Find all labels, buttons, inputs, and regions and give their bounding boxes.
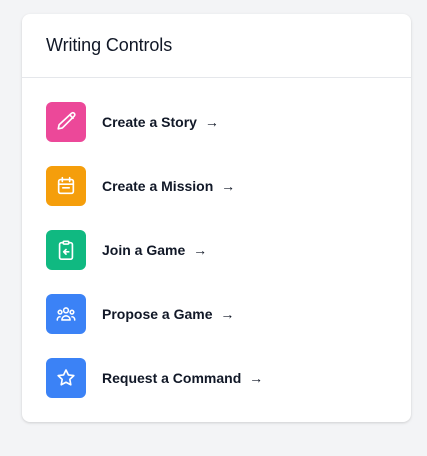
writing-controls-card: Writing Controls Create a Story → Create… (22, 14, 411, 422)
request-command-icon-box (46, 358, 86, 398)
create-story-icon-box (46, 102, 86, 142)
card-title: Writing Controls (46, 35, 173, 55)
card-header: Writing Controls (22, 14, 411, 78)
propose-game-label: Propose a Game → (102, 306, 235, 322)
request-command-link[interactable]: Request a Command → (46, 358, 286, 398)
create-story-label: Create a Story → (102, 114, 219, 130)
propose-game-icon-box (46, 294, 86, 334)
create-mission-label: Create a Mission → (102, 178, 236, 194)
join-game-icon-box (46, 230, 86, 270)
propose-game-link[interactable]: Propose a Game → (46, 294, 286, 334)
request-command-label: Request a Command → (102, 370, 264, 386)
join-game-label: Join a Game → (102, 242, 208, 258)
clipboard-enter-icon (58, 240, 74, 260)
create-story-link[interactable]: Create a Story → (46, 102, 286, 142)
arrow-right-icon: → (220, 306, 235, 322)
create-mission-icon-box (46, 166, 86, 206)
user-group-icon (56, 307, 76, 321)
join-game-link[interactable]: Join a Game → (46, 230, 286, 270)
arrow-right-icon: → (221, 178, 236, 194)
star-icon (57, 369, 75, 386)
calendar-icon (57, 176, 75, 195)
create-mission-link[interactable]: Create a Mission → (46, 166, 286, 206)
arrow-right-icon: → (193, 242, 208, 258)
pencil-icon (57, 111, 76, 130)
controls-list: Create a Story → Create a Mission → Join… (22, 78, 411, 398)
arrow-right-icon: → (204, 114, 219, 130)
arrow-right-icon: → (249, 370, 264, 386)
